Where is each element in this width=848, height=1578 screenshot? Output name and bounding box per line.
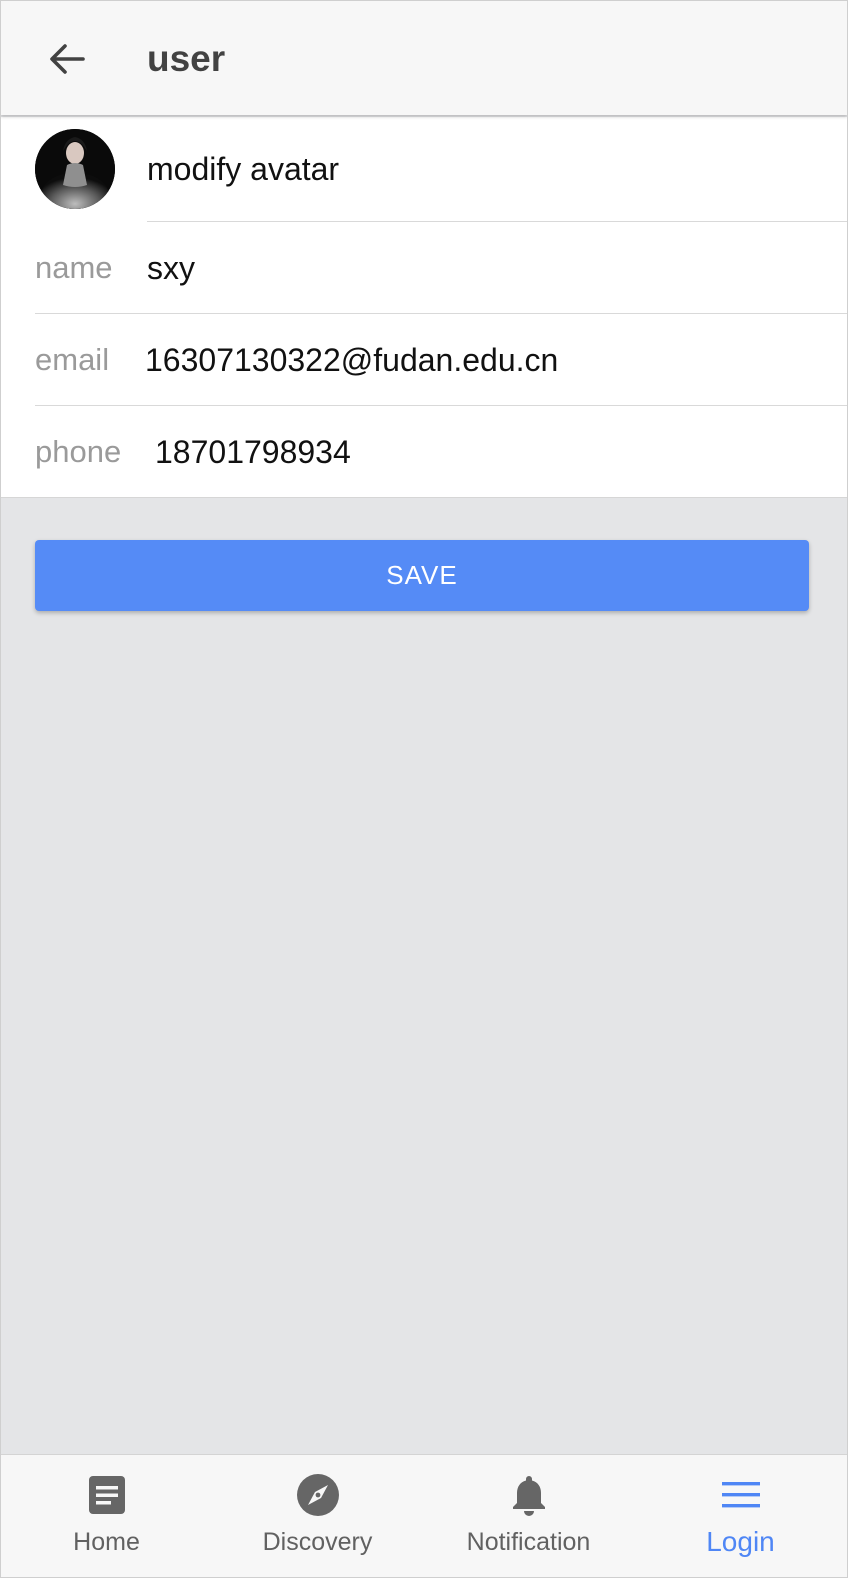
name-row: name (1, 222, 847, 314)
avatar[interactable] (35, 129, 115, 209)
nav-label-notification: Notification (466, 1528, 591, 1556)
arrow-left-icon (50, 44, 85, 74)
modify-avatar-label[interactable]: modify avatar (147, 149, 339, 189)
bell-icon (512, 1476, 545, 1516)
avatar-image (35, 129, 115, 209)
email-input[interactable] (145, 340, 785, 380)
email-label: email (35, 342, 110, 377)
back-button[interactable] (45, 37, 89, 81)
name-input[interactable] (147, 248, 787, 288)
phone-row: phone (1, 406, 847, 497)
nav-item-discovery[interactable]: Discovery (212, 1455, 423, 1577)
user-profile-screen: user modify avatar name sxy email 163071… (0, 0, 848, 1578)
bottom-nav: Home Discovery Notification Login (1, 1454, 847, 1577)
save-button[interactable]: SAVE (35, 540, 809, 611)
page-title: user (147, 38, 226, 79)
profile-form: modify avatar name email phone (1, 117, 847, 498)
nav-item-login[interactable]: Login (634, 1455, 847, 1577)
nav-label-discovery: Discovery (262, 1528, 373, 1556)
nav-item-notification[interactable]: Notification (423, 1455, 634, 1577)
name-label: name (35, 250, 113, 285)
nav-label-login: Login (706, 1526, 775, 1557)
compass-icon (296, 1474, 339, 1516)
nav-label-home: Home (73, 1528, 140, 1556)
app-header: user (1, 1, 847, 115)
nav-item-home[interactable]: Home (1, 1455, 212, 1577)
menu-icon (721, 1482, 760, 1508)
phone-label: phone (35, 434, 122, 469)
avatar-row[interactable]: modify avatar (1, 117, 847, 222)
phone-input[interactable] (155, 432, 795, 472)
email-row: email (1, 314, 847, 406)
document-icon (88, 1476, 125, 1514)
